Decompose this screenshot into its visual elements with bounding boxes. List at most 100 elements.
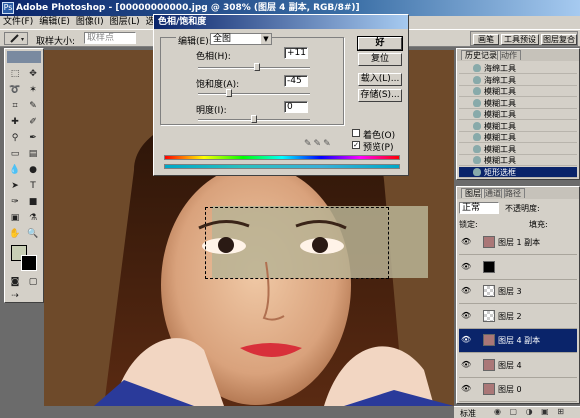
saturation-slider-track[interactable] (198, 93, 310, 95)
layer-name: 图层 4 副本 (498, 336, 541, 345)
shape-tool-icon[interactable]: ■ (25, 195, 41, 209)
marquee-tool-icon[interactable]: ⬚ (7, 67, 23, 81)
blur-tool-icon[interactable]: 💧 (7, 163, 23, 177)
window-title: Adobe Photoshop - [00000000000.jpg @ 308… (16, 3, 360, 13)
layer-name: 图层 2 (498, 311, 522, 321)
save-button[interactable]: 存储(S)... (358, 89, 402, 102)
visibility-eye-icon[interactable]: 👁 (461, 262, 471, 272)
history-item[interactable]: 模糊工具 (459, 98, 577, 109)
brush-tool-icon[interactable]: ✐ (25, 115, 41, 129)
edit-select-value: 全图 (213, 34, 232, 44)
tab-history[interactable]: 历史记录 (461, 50, 501, 60)
slice-tool-icon[interactable]: ✎ (25, 99, 41, 113)
layer-actions-icons[interactable]: ◉ ▢ ◑ ▣ ⊞ (494, 407, 567, 416)
history-item[interactable]: 模糊工具 (459, 144, 577, 155)
reset-button[interactable]: 复位 (358, 53, 402, 66)
clone-stamp-tool-icon[interactable]: ⚲ (7, 131, 23, 145)
eyedropper-preset-icon[interactable] (4, 32, 28, 45)
history-item[interactable]: 模糊工具 (459, 132, 577, 143)
gradient-tool-icon[interactable]: ▤ (25, 147, 41, 161)
layer-row[interactable]: 👁 图层 1 副本 (459, 231, 577, 255)
history-item[interactable]: 海绵工具 (459, 63, 577, 74)
menu-file[interactable]: 文件(F) (0, 16, 36, 29)
visibility-eye-icon[interactable]: 👁 (461, 360, 471, 370)
palette-well-layer-comps[interactable]: 图层复合 (541, 34, 577, 45)
tab-paths[interactable]: 路径 (501, 188, 525, 198)
layer-row[interactable]: 👁 图层 2 (459, 305, 577, 329)
layer-name: 图层 4 (498, 360, 522, 370)
saturation-slider-thumb[interactable] (226, 89, 233, 97)
lightness-field[interactable]: 0 (284, 101, 308, 113)
history-item[interactable]: 模糊工具 (459, 155, 577, 166)
layer-row[interactable]: 👁 (459, 256, 577, 280)
history-item-label: 模糊工具 (484, 144, 516, 154)
palette-well-brushes[interactable]: 画笔 (473, 34, 499, 45)
history-item[interactable]: 矩形选框 (459, 166, 577, 178)
palette-well-tool-presets[interactable]: 工具预设 (501, 34, 539, 45)
swatch-size-select[interactable]: 取样点 (84, 32, 136, 44)
saturation-field[interactable]: -45 (284, 75, 308, 87)
edit-select[interactable]: 全图 ▼ (210, 33, 272, 45)
lasso-tool-icon[interactable]: ➰ (7, 83, 23, 97)
fill-label: 填充: (529, 220, 548, 229)
lightness-slider-thumb[interactable] (251, 115, 257, 123)
visibility-eye-icon[interactable]: 👁 (461, 384, 471, 394)
pen-tool-icon[interactable]: ✑ (7, 195, 23, 209)
history-brush-tool-icon[interactable]: ✒ (25, 131, 41, 145)
eyedropper-tool-icon[interactable]: ⚗ (25, 211, 41, 225)
history-item[interactable]: 模糊工具 (459, 121, 577, 132)
blend-mode-select[interactable]: 正常 (459, 202, 499, 214)
edit-groupbox (160, 37, 344, 125)
layer-row[interactable]: 👁 图层 0 (459, 378, 577, 402)
hand-tool-icon[interactable]: ✋ (7, 227, 23, 241)
tool-state-icon (473, 121, 481, 130)
layer-name: 图层 3 (498, 287, 522, 296)
history-item[interactable]: 模糊工具 (459, 109, 577, 120)
preview-checkbox[interactable]: ✓ (352, 141, 360, 149)
quick-mask-mode-icon[interactable]: ◙ (7, 275, 23, 289)
opacity-label: 不透明度: (505, 204, 540, 213)
eyedropper-tools-icon[interactable]: ✎✎✎ (304, 139, 333, 149)
load-button[interactable]: 载入(L)... (358, 73, 402, 86)
marquee-state-icon (473, 167, 481, 176)
visibility-eye-icon[interactable]: 👁 (461, 311, 471, 321)
path-selection-tool-icon[interactable]: ➤ (7, 179, 23, 193)
layer-row[interactable]: 👁 图层 3 (459, 280, 577, 304)
hue-slider-thumb[interactable] (254, 63, 261, 71)
standard-mode-label[interactable]: 标准 (460, 408, 476, 418)
background-color-swatch[interactable] (21, 255, 37, 271)
type-tool-icon[interactable]: T (25, 179, 41, 193)
tool-state-icon (473, 64, 481, 72)
layer-row[interactable]: 👁 图层 4 副本 (459, 329, 577, 353)
tab-actions[interactable]: 动作 (497, 50, 521, 60)
notes-tool-icon[interactable]: ▣ (7, 211, 23, 225)
visibility-eye-icon[interactable]: 👁 (461, 286, 471, 296)
move-tool-icon[interactable]: ✥ (25, 67, 41, 81)
colorize-checkbox[interactable] (352, 129, 360, 137)
menu-layer[interactable]: 图层(L) (107, 16, 143, 29)
hue-label: 色相(H): (196, 52, 231, 62)
zoom-tool-icon[interactable]: 🔍 (25, 227, 41, 241)
chevron-down-icon[interactable]: ▼ (261, 34, 271, 44)
crop-tool-icon[interactable]: ⌗ (7, 99, 23, 113)
history-item[interactable]: 模糊工具 (459, 86, 577, 97)
visibility-eye-icon[interactable]: 👁 (461, 237, 471, 247)
ok-button[interactable]: 好 (357, 36, 403, 51)
menu-image[interactable]: 图像(I) (73, 16, 107, 29)
tool-state-icon (473, 110, 481, 118)
menu-edit[interactable]: 编辑(E) (36, 16, 73, 29)
screen-mode-icon[interactable]: ▢ (25, 275, 41, 289)
dodge-tool-icon[interactable]: ● (25, 163, 41, 177)
eraser-tool-icon[interactable]: ▭ (7, 147, 23, 161)
tool-state-icon (473, 144, 481, 153)
healing-brush-tool-icon[interactable]: ✚ (7, 115, 23, 129)
dialog-title: 色相/饱和度 (154, 15, 408, 29)
layer-row[interactable]: 👁 图层 4 (459, 354, 577, 378)
magic-wand-tool-icon[interactable]: ✶ (25, 83, 41, 97)
jump-to-imageready-icon[interactable]: ⇢ (7, 289, 23, 303)
history-item[interactable]: 海绵工具 (459, 75, 577, 86)
tool-state-icon (473, 133, 481, 141)
rectangular-selection-marquee[interactable] (205, 207, 389, 279)
visibility-eye-icon[interactable]: 👁 (461, 335, 471, 345)
hue-field[interactable]: +11 (284, 47, 308, 59)
